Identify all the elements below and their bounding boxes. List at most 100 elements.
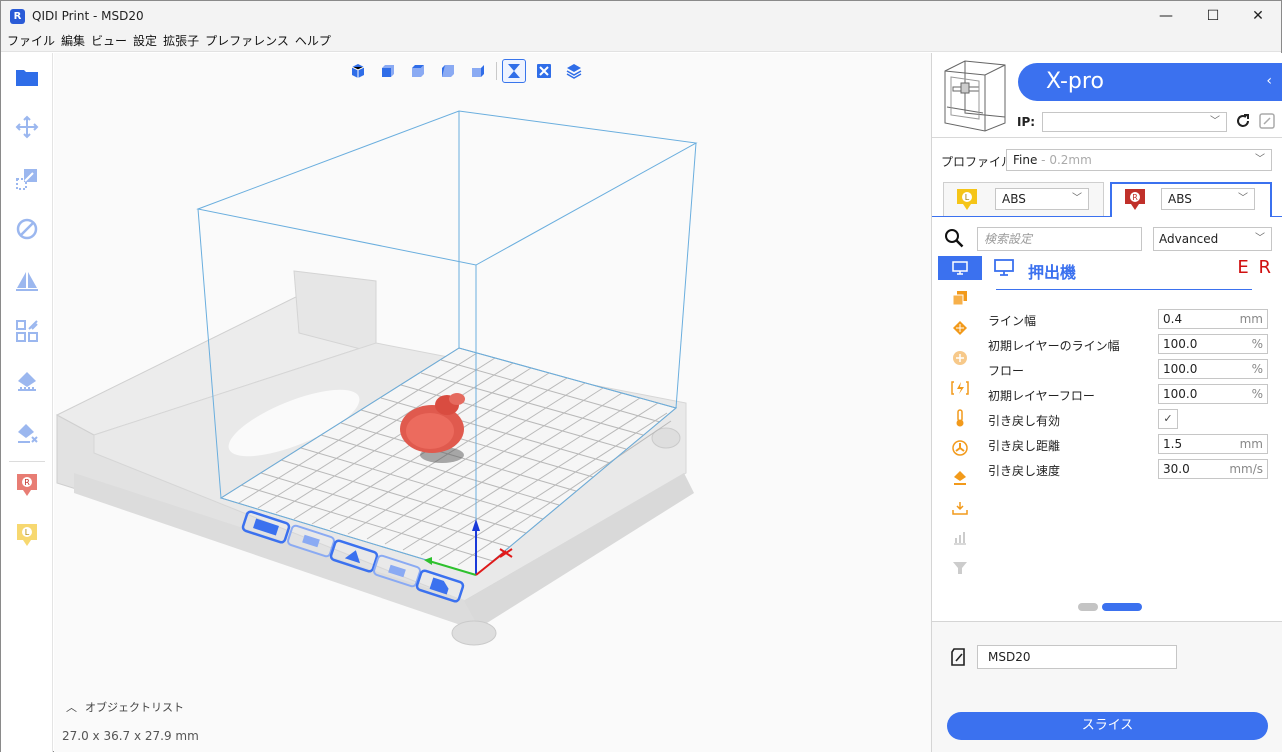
refresh-button[interactable] xyxy=(1234,112,1254,132)
view-solid-button[interactable] xyxy=(502,59,526,83)
view-xray-button[interactable] xyxy=(532,59,556,83)
view-top-icon xyxy=(412,65,424,77)
printer-icon xyxy=(944,60,1006,132)
extruder-r-badge: R xyxy=(24,478,30,487)
profile-value: Fine xyxy=(1013,153,1038,167)
printer-name: X-pro xyxy=(1046,69,1104,94)
move-tool-button[interactable] xyxy=(11,111,43,143)
search-button[interactable] xyxy=(944,228,966,250)
material-select-right[interactable]: ABS ﹀ xyxy=(1161,188,1255,210)
category-dual[interactable] xyxy=(938,526,982,550)
temperature-icon xyxy=(956,409,964,427)
shell-icon xyxy=(952,291,967,306)
extruder-r-badge: R xyxy=(1132,193,1138,202)
extruder-l-icon: L xyxy=(17,524,37,546)
menu-view[interactable]: ビュー xyxy=(88,32,130,51)
build-scene[interactable] xyxy=(54,53,931,752)
profile-select[interactable]: Fine - 0.2mm ﹀ xyxy=(1006,149,1272,171)
open-folder-icon xyxy=(16,70,38,86)
setting-unit: % xyxy=(1251,387,1263,401)
extruder-r-button[interactable]: R xyxy=(11,469,43,501)
view-layers-button[interactable] xyxy=(562,59,586,83)
support-tool-button[interactable] xyxy=(11,365,43,397)
search-input[interactable]: 検索設定 xyxy=(977,227,1142,251)
extruder-l-badge: L xyxy=(965,193,970,202)
category-material[interactable] xyxy=(938,346,982,370)
view-3d-button[interactable] xyxy=(346,59,370,83)
visibility-select[interactable]: Advanced ﹀ xyxy=(1153,227,1272,251)
view-right-button[interactable] xyxy=(466,59,490,83)
object-list-toggle[interactable]: ︿ オブジェクトリスト xyxy=(66,699,184,715)
view-left-button[interactable] xyxy=(436,59,460,83)
extruder-tab-right[interactable]: R ABS ﹀ xyxy=(1110,182,1272,217)
category-special[interactable] xyxy=(938,556,982,580)
extruder-l-button[interactable]: L xyxy=(11,519,43,551)
category-infill[interactable] xyxy=(938,316,982,340)
close-button[interactable]: ✕ xyxy=(1235,1,1281,32)
category-support[interactable] xyxy=(938,466,982,490)
setting-unit: mm xyxy=(1239,312,1263,326)
setting-initial-line-width-input[interactable]: 100.0% xyxy=(1158,334,1268,354)
arrange-icon xyxy=(16,320,38,342)
material-icon xyxy=(953,351,967,365)
view-right-icon xyxy=(472,65,484,77)
setting-retraction-distance-label: 引き戻し距離 xyxy=(988,439,1061,453)
slice-button[interactable]: スライス xyxy=(947,712,1268,740)
output-area: MSD20 スライス xyxy=(932,621,1282,752)
open-folder-button[interactable] xyxy=(11,61,43,93)
category-shell[interactable] xyxy=(938,286,982,310)
setting-value: 30.0 xyxy=(1163,462,1190,476)
page-dot-1[interactable] xyxy=(1078,603,1098,611)
view-layers-icon xyxy=(566,64,582,79)
category-adhesion[interactable] xyxy=(938,496,982,520)
view-front-button[interactable] xyxy=(376,59,400,83)
chevron-down-icon: ﹀ xyxy=(1255,233,1265,244)
divider xyxy=(932,137,1282,138)
output-file-name-input[interactable]: MSD20 xyxy=(977,645,1177,669)
scale-tool-button[interactable] xyxy=(11,163,43,195)
chevron-left-icon: ‹ xyxy=(1266,73,1272,89)
category-speed[interactable] xyxy=(938,376,982,400)
minimize-button[interactable]: — xyxy=(1143,1,1189,32)
menu-help[interactable]: ヘルプ xyxy=(292,32,334,51)
setting-initial-flow-input[interactable]: 100.0% xyxy=(1158,384,1268,404)
arrange-tool-button[interactable] xyxy=(11,315,43,347)
material-select-left[interactable]: ABS ﹀ xyxy=(995,188,1089,210)
menu-edit[interactable]: 編集 xyxy=(58,32,88,51)
mirror-tool-button[interactable] xyxy=(11,265,43,297)
menu-file[interactable]: ファイル xyxy=(4,32,58,51)
model-dimensions: 27.0 x 36.7 x 27.9 mm xyxy=(62,729,199,743)
printer-selector[interactable]: X-pro ‹ xyxy=(1018,63,1282,101)
extruder-tab-left[interactable]: L ABS ﹀ xyxy=(943,182,1104,216)
support-remove-button[interactable] xyxy=(11,417,43,449)
rotate-tool-button[interactable] xyxy=(11,213,43,245)
maximize-button[interactable]: ☐ xyxy=(1190,1,1236,32)
menu-settings[interactable]: 設定 xyxy=(130,32,160,51)
setting-retraction-distance-input[interactable]: 1.5 mm xyxy=(1158,434,1268,454)
connect-button[interactable] xyxy=(1258,112,1278,132)
title-bar[interactable]: R QIDI Print - MSD20 — ☐ ✕ xyxy=(1,1,1281,32)
extruder-indicator: E R xyxy=(1237,257,1273,278)
category-temperature[interactable] xyxy=(938,406,982,430)
setting-line-width-label: ライン幅 xyxy=(988,314,1037,328)
view-top-button[interactable] xyxy=(406,59,430,83)
special-icon xyxy=(953,562,967,574)
setting-line-width-input[interactable]: 0.4 mm xyxy=(1158,309,1268,329)
setting-retraction-speed-input[interactable]: 30.0 mm/s xyxy=(1158,459,1268,479)
edit-file-icon xyxy=(951,648,965,666)
setting-retraction-speed-label: 引き戻し速度 xyxy=(988,464,1061,478)
setting-flow-input[interactable]: 100.0% xyxy=(1158,359,1268,379)
left-toolbar: R L xyxy=(1,53,53,752)
dual-icon xyxy=(954,532,966,545)
page-dot-2[interactable] xyxy=(1102,603,1142,611)
profile-layer-height: - 0.2mm xyxy=(1037,153,1092,167)
tab-underline xyxy=(932,216,1110,217)
setting-retraction-enable-checkbox[interactable]: ✓ xyxy=(1158,409,1178,429)
scale-icon xyxy=(16,169,37,190)
3d-viewport[interactable]: ︿ オブジェクトリスト 27.0 x 36.7 x 27.9 mm xyxy=(54,53,931,752)
category-extruder[interactable] xyxy=(938,256,982,280)
category-cooling[interactable] xyxy=(938,436,982,460)
menu-preferences[interactable]: プレファレンス xyxy=(202,32,292,51)
menu-extensions[interactable]: 拡張子 xyxy=(160,32,202,51)
ip-select[interactable]: ﹀ xyxy=(1042,112,1227,132)
